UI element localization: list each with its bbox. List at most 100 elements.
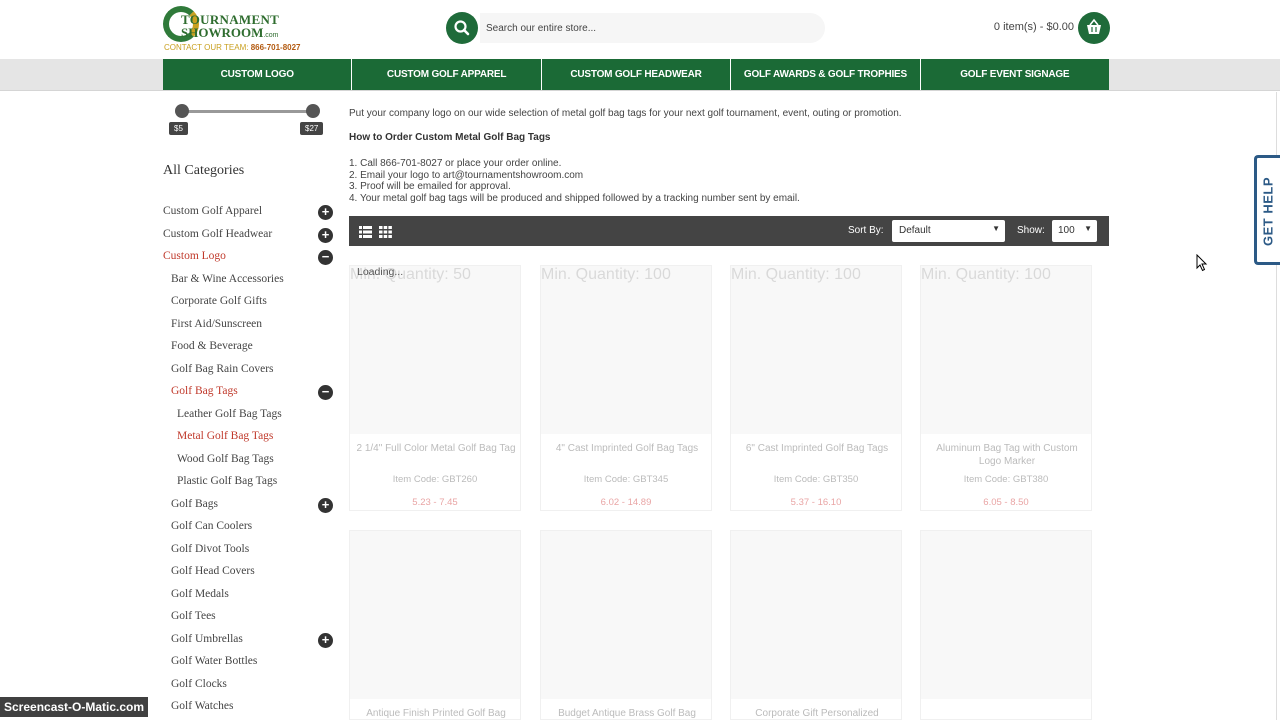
product-image[interactable] xyxy=(541,531,711,699)
search-input[interactable] xyxy=(480,13,825,43)
product-card[interactable]: 6" Cast Imprinted Golf Bag Tags Item Code… xyxy=(730,265,902,511)
product-code: Item Code: GBT380 xyxy=(963,474,1049,485)
contact-line: CONTACT OUR TEAM: 866-701-8027 xyxy=(164,43,301,52)
product-image[interactable] xyxy=(731,531,901,699)
search-button[interactable] xyxy=(446,12,478,44)
order-step: 2. Email your logo to art@tournamentshow… xyxy=(349,169,584,181)
product-code: Item Code: GBT345 xyxy=(583,474,669,485)
main-nav: CUSTOM LOGO CUSTOM GOLF APPAREL CUSTOM G… xyxy=(163,59,1110,90)
sidebar-category-item[interactable]: Wood Golf Bag Tags xyxy=(177,453,274,465)
logo-text-main: SHOWROOM xyxy=(181,25,264,40)
product-card[interactable] xyxy=(920,530,1092,720)
price-max-badge: $27 xyxy=(300,122,324,135)
sidebar-category-item[interactable]: Golf Bag Rain Covers xyxy=(171,363,274,375)
listing-toolbar: Sort By: Default ▼ Show: 100 ▼ xyxy=(349,216,1109,246)
sidebar-category-item[interactable]: Metal Golf Bag Tags xyxy=(177,430,273,442)
nav-golf-event-signage[interactable]: GOLF EVENT SIGNAGE xyxy=(920,59,1110,90)
product-image[interactable] xyxy=(921,531,1091,699)
sidebar-category-item[interactable]: Golf Umbrellas xyxy=(171,633,243,645)
product-code: Item Code: GBT350 xyxy=(773,474,859,485)
price-slider-min-handle[interactable] xyxy=(175,104,189,118)
sort-select[interactable]: Default ▼ xyxy=(892,220,1005,242)
logo-text-suffix: .com xyxy=(263,32,279,39)
sidebar-category-item[interactable]: Golf Clocks xyxy=(171,678,227,690)
show-label: Show: xyxy=(1017,225,1045,236)
sidebar-category-item[interactable]: Golf Water Bottles xyxy=(171,655,257,667)
expand-icon[interactable]: + xyxy=(318,227,333,243)
nav-golf-awards-trophies[interactable]: GOLF AWARDS & GOLF TROPHIES xyxy=(731,59,921,90)
cart-button[interactable] xyxy=(1078,12,1110,44)
expand-icon[interactable]: + xyxy=(318,632,333,648)
product-name[interactable]: 2 1/4" Full Color Metal Golf Bag Tag xyxy=(356,442,516,455)
sidebar-category-item[interactable]: First Aid/Sunscreen xyxy=(171,318,262,330)
basket-icon xyxy=(1087,18,1101,34)
show-value: 100 xyxy=(1058,225,1075,236)
product-image[interactable] xyxy=(541,266,711,434)
product-code: Item Code: GBT260 xyxy=(392,474,478,485)
sidebar-category-item[interactable]: Corporate Golf Gifts xyxy=(171,295,267,307)
expand-icon[interactable]: + xyxy=(318,497,333,513)
nav-custom-golf-headwear[interactable]: CUSTOM GOLF HEADWEAR xyxy=(541,59,732,90)
collapse-icon[interactable]: − xyxy=(318,250,333,265)
product-image[interactable] xyxy=(731,266,901,434)
intro-text: Put your company logo on our wide select… xyxy=(349,108,902,119)
sidebar-category-item[interactable]: Custom Logo xyxy=(163,250,226,262)
show-select[interactable]: 100 ▼ xyxy=(1052,220,1097,242)
get-help-tab[interactable]: GET HELP xyxy=(1254,155,1280,265)
product-name[interactable]: Budget Antique Brass Golf Bag xyxy=(547,707,707,720)
logo-text-line2: SHOWROOM.com xyxy=(181,25,279,41)
cart-summary[interactable]: 0 item(s) - $0.00 xyxy=(962,21,1074,33)
search-icon xyxy=(454,20,470,36)
product-card[interactable]: Corporate Gift Personalized xyxy=(730,530,902,720)
sidebar-category-item[interactable]: Golf Divot Tools xyxy=(171,543,249,555)
sidebar-category-item[interactable]: Golf Bags xyxy=(171,498,218,510)
sort-value: Default xyxy=(899,225,931,236)
sidebar-category-item[interactable]: Golf Bag Tags xyxy=(171,385,238,397)
sort-label: Sort By: xyxy=(848,225,884,236)
product-name[interactable]: 6" Cast Imprinted Golf Bag Tags xyxy=(737,442,897,455)
sidebar-category-item[interactable]: Golf Watches xyxy=(171,700,233,712)
nav-custom-logo[interactable]: CUSTOM LOGO xyxy=(163,59,353,90)
product-name[interactable]: Antique Finish Printed Golf Bag xyxy=(356,707,516,720)
nav-custom-golf-apparel[interactable]: CUSTOM GOLF APPAREL xyxy=(352,59,542,90)
contact-phone[interactable]: 866-701-8027 xyxy=(251,43,301,52)
product-price: 6.05 - 8.50 xyxy=(983,497,1029,508)
grid-view-icon xyxy=(379,226,392,238)
categories-title: All Categories xyxy=(163,163,245,178)
caret-down-icon: ▼ xyxy=(992,224,1000,233)
product-price: 6.02 - 14.89 xyxy=(600,497,652,508)
order-step: 1. Call 866-701-8027 or place your order… xyxy=(349,158,562,169)
price-slider-track[interactable] xyxy=(181,110,313,113)
caret-down-icon: ▼ xyxy=(1084,224,1092,233)
order-step: 4. Your metal golf bag tags will be prod… xyxy=(349,192,800,204)
product-card[interactable]: Aluminum Bag Tag with Custom Logo Marker… xyxy=(920,265,1092,511)
sidebar-category-item[interactable]: Golf Tees xyxy=(171,610,216,622)
product-card[interactable]: 4" Cast Imprinted Golf Bag Tags Item Code… xyxy=(540,265,712,511)
sidebar-category-item[interactable]: Bar & Wine Accessories xyxy=(171,273,284,285)
screencast-watermark: Screencast-O-Matic.com xyxy=(0,697,149,717)
sidebar-category-item[interactable]: Golf Head Covers xyxy=(171,565,255,577)
product-name[interactable]: Aluminum Bag Tag with Custom Logo Marker xyxy=(927,442,1087,468)
page: TOURNAMENT SHOWROOM.com CONTACT OUR TEAM… xyxy=(0,0,1280,720)
loading-indicator: Loading... xyxy=(357,266,404,278)
sidebar-category-item[interactable]: Leather Golf Bag Tags xyxy=(177,408,282,420)
product-image[interactable] xyxy=(350,531,520,699)
sidebar-category-item[interactable]: Golf Can Coolers xyxy=(171,520,252,532)
product-card[interactable]: 2 1/4" Full Color Metal Golf Bag Tag Item… xyxy=(349,265,521,511)
product-image[interactable] xyxy=(350,266,520,434)
collapse-icon[interactable]: − xyxy=(318,385,333,400)
product-name[interactable]: Corporate Gift Personalized xyxy=(737,707,897,720)
product-image[interactable] xyxy=(921,266,1091,434)
product-card[interactable]: Budget Antique Brass Golf Bag xyxy=(540,530,712,720)
sidebar-category-item[interactable]: Plastic Golf Bag Tags xyxy=(177,475,277,487)
sidebar-category-item[interactable]: Custom Golf Apparel xyxy=(163,205,262,217)
list-view-button[interactable] xyxy=(359,225,372,238)
grid-view-button[interactable] xyxy=(379,225,392,238)
product-card[interactable]: Antique Finish Printed Golf Bag xyxy=(349,530,521,720)
expand-icon[interactable]: + xyxy=(318,205,333,220)
sidebar-category-item[interactable]: Custom Golf Headwear xyxy=(163,228,272,240)
sidebar-category-item[interactable]: Food & Beverage xyxy=(171,340,253,352)
price-slider-max-handle[interactable] xyxy=(306,104,320,118)
sidebar-category-item[interactable]: Golf Medals xyxy=(171,588,229,600)
product-name[interactable]: 4" Cast Imprinted Golf Bag Tags xyxy=(547,442,707,455)
